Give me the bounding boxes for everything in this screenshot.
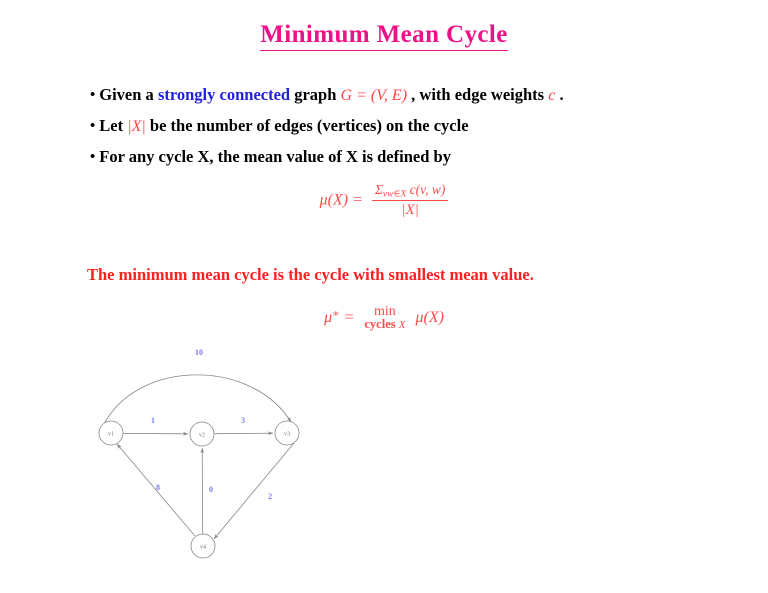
edge-v2-v3 — [214, 431, 274, 436]
graph-node-v1-label: v1 — [108, 432, 114, 438]
formula-min-mean: μ∗ = min cycles X μ(X) — [0, 305, 768, 332]
directed-graph-figure: v1 v2 v3 v4 10 1 3 8 0 2 — [80, 335, 330, 585]
bullet-2-math-cardinality: |X| — [127, 118, 146, 135]
formula-min-operator: min cycles X — [364, 305, 405, 332]
edge-weight-v4-v2: 0 — [209, 485, 213, 494]
min-subscript-variable: X — [398, 319, 406, 331]
bullet-1-part-7: . — [555, 85, 564, 104]
page-title: Minimum Mean Cycle — [0, 21, 768, 51]
edge-weight-v2-v3: 3 — [241, 416, 245, 425]
edge-weight-v1-v3: 10 — [195, 348, 203, 357]
bullet-1-part-3: graph — [290, 85, 341, 104]
edge-weight-v1-v2: 1 — [151, 416, 155, 425]
edge-v1-v3 — [104, 374, 292, 424]
edge-weight-v4-v1: 8 — [156, 483, 160, 492]
bullet-1-math-graph: G = (V, E) — [340, 87, 408, 104]
formula-mean-lhs: μ(X) — [319, 191, 349, 209]
bullet-1-part-1: Given a — [99, 85, 158, 104]
graph-node-v2-label: v2 — [199, 433, 205, 439]
formula-min-lhs: μ — [324, 309, 333, 327]
formula-mean-value: μ(X) = Σvw∈X c(v, w) |X| — [0, 182, 768, 219]
formula-mean-numerator: Σvw∈X c(v, w) — [371, 182, 449, 202]
bullet-marker-3: • — [90, 149, 96, 165]
formula-min-rhs: μ(X) — [415, 309, 444, 327]
edge-v3-v4 — [213, 442, 295, 540]
sigma-subscript: vw∈X — [382, 189, 407, 200]
bullet-3-part-1: For any cycle X, the mean value of X is … — [99, 147, 451, 166]
formula-mean-denominator: |X| — [401, 202, 419, 219]
bullet-item-3: • For any cycle X, the mean value of X is… — [90, 144, 730, 171]
graph-svg: v1 v2 v3 v4 10 1 3 8 0 2 — [98, 348, 300, 559]
edge-weight-v3-v4: 2 — [268, 492, 272, 501]
formula-min-star: ∗ — [332, 308, 340, 321]
graph-node-v3-label: v3 — [284, 432, 290, 438]
formula-mean-numerator-term: c(v, w) — [409, 182, 446, 197]
bullet-item-1: • Given a strongly connected graph G = (V… — [90, 82, 730, 109]
bullet-1-part-5: , with edge weights — [407, 85, 549, 104]
graph-node-v4-label: v4 — [200, 545, 206, 551]
bullet-marker-1: • — [90, 87, 96, 103]
formula-min-equals: = — [343, 309, 355, 327]
bullet-item-2: • Let |X| be the number of edges (vertice… — [90, 113, 730, 140]
bullet-list: • Given a strongly connected graph G = (V… — [90, 82, 730, 175]
bullet-2-part-3: be the number of edges (vertices) on the… — [145, 116, 469, 135]
min-operator-subscript: cycles X — [364, 318, 405, 332]
bullet-marker-2: • — [90, 118, 96, 134]
edge-v4-v2 — [200, 447, 205, 535]
sigma-symbol: Σ — [374, 182, 383, 197]
formula-mean-equals: = — [352, 191, 363, 209]
page-title-text: Minimum Mean Cycle — [260, 21, 508, 51]
min-subscript-cycles: cycles — [364, 317, 396, 331]
bullet-2-part-1: Let — [99, 116, 128, 135]
statement-text: The minimum mean cycle is the cycle with… — [87, 265, 534, 284]
formula-mean-fraction: Σvw∈X c(v, w) |X| — [371, 182, 449, 219]
bullet-1-emphasis-strongly-connected: strongly connected — [157, 85, 291, 104]
